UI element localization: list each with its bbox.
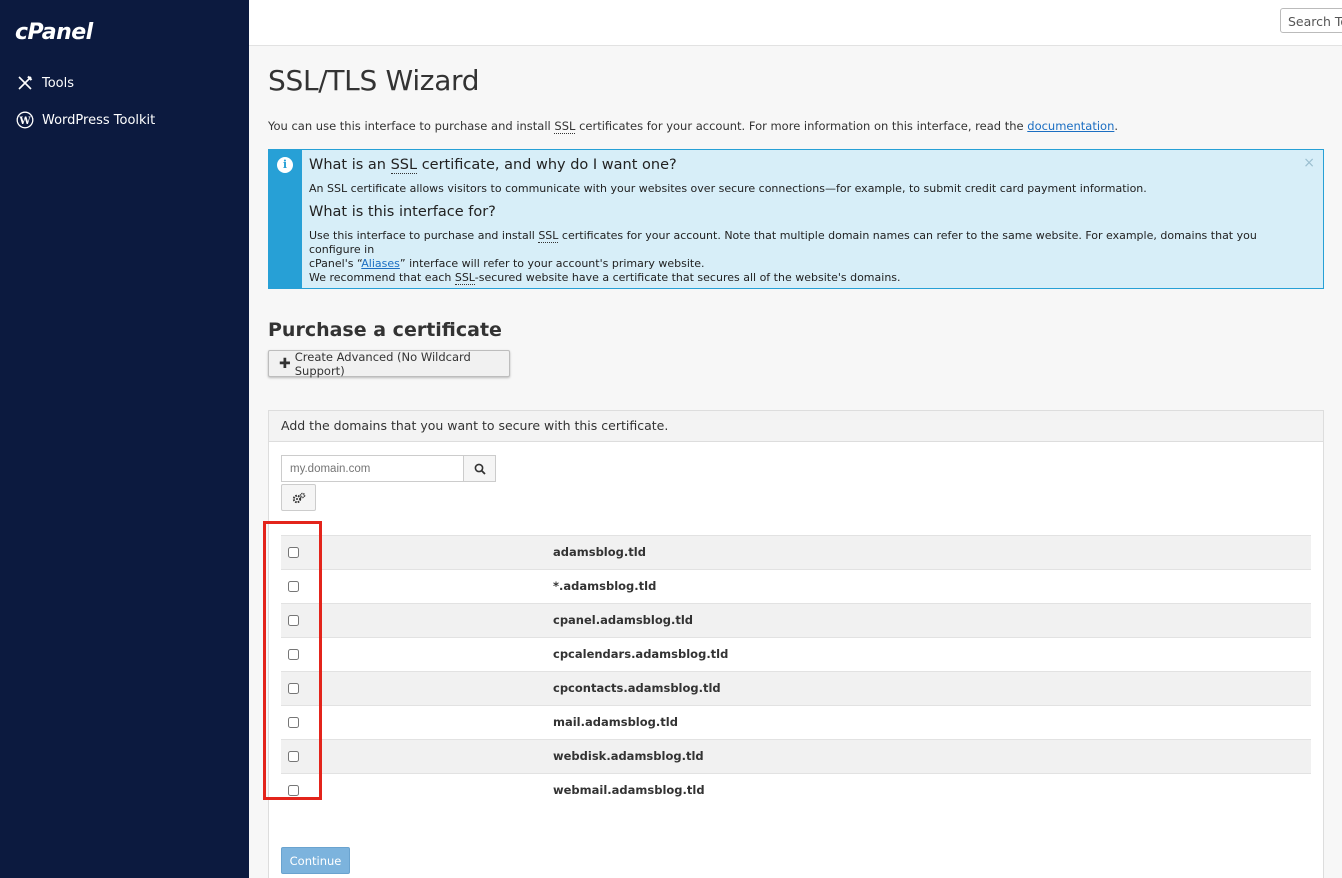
search-tools-input[interactable]: Search Tools — [1280, 8, 1342, 33]
domain-name: adamsblog.tld — [553, 545, 646, 559]
info-text-part: cPanel's “ — [309, 257, 362, 270]
sidebar-item-label: Tools — [42, 75, 75, 91]
sidebar-item-tools[interactable]: Tools — [15, 72, 74, 94]
documentation-link[interactable]: documentation — [1027, 119, 1114, 133]
sidebar-item-wordpress-toolkit[interactable]: W WordPress Toolkit — [15, 109, 155, 131]
tools-icon — [15, 73, 35, 93]
ssl-abbr: SSL — [454, 271, 475, 285]
intro-text-part: You can use this interface to purchase a… — [268, 119, 555, 133]
aliases-link[interactable]: Aliases — [361, 257, 400, 270]
ssl-abbr: SSL — [554, 119, 576, 134]
table-row: cpanel.adamsblog.tld — [281, 603, 1311, 637]
info-heading-ssl: What is an SSL certificate, and why do I… — [309, 157, 677, 174]
cpanel-logo[interactable]: cPanel — [15, 20, 93, 45]
info-text-part: ” interface will refer to your account's… — [399, 257, 705, 270]
domain-list: adamsblog.tld *.adamsblog.tld cpanel.ada… — [281, 535, 1311, 807]
intro-text-part: . — [1114, 119, 1119, 133]
sidebar: cPanel Tools W WordPress Toolkit — [0, 0, 249, 878]
table-row: webdisk.adamsblog.tld — [281, 739, 1311, 773]
info-text-part: Use this interface to purchase and insta… — [309, 229, 539, 242]
top-bar: Search Tools — [249, 0, 1342, 46]
info-paragraph-ssl: An SSL certificate allows visitors to co… — [309, 182, 1147, 195]
info-icon: i — [277, 157, 293, 173]
ssl-abbr: SSL — [390, 157, 418, 174]
domain-name: cpcontacts.adamsblog.tld — [553, 681, 721, 695]
domains-panel: Add the domains that you want to secure … — [268, 410, 1324, 878]
table-row: mail.adamsblog.tld — [281, 705, 1311, 739]
info-strip: i — [269, 150, 302, 288]
domain-name: mail.adamsblog.tld — [553, 715, 678, 729]
domain-options-button[interactable] — [281, 484, 316, 511]
svg-text:W: W — [18, 116, 31, 127]
wordpress-icon: W — [15, 110, 35, 130]
info-paragraph-interface: Use this interface to purchase and insta… — [309, 229, 1289, 285]
info-heading-interface: What is this interface for? — [309, 204, 496, 220]
table-row: cpcalendars.adamsblog.tld — [281, 637, 1311, 671]
info-heading-part: certificate, and why do I want one? — [417, 157, 677, 173]
gears-icon — [292, 492, 305, 503]
continue-button[interactable]: Continue — [281, 847, 350, 874]
search-icon — [474, 463, 486, 475]
plus-icon: ✚ — [279, 355, 291, 372]
domain-name: cpcalendars.adamsblog.tld — [553, 647, 729, 661]
domain-name: *.adamsblog.tld — [553, 579, 657, 593]
domain-name: webdisk.adamsblog.tld — [553, 749, 704, 763]
domain-name: webmail.adamsblog.tld — [553, 783, 705, 797]
checkbox-highlight-box — [263, 521, 322, 800]
domain-search-input[interactable] — [281, 455, 464, 482]
info-callout: i × What is an SSL certificate, and why … — [268, 149, 1324, 289]
table-row: webmail.adamsblog.tld — [281, 773, 1311, 807]
table-row: cpcontacts.adamsblog.tld — [281, 671, 1311, 705]
info-heading-part: What is an — [309, 157, 391, 173]
create-advanced-button[interactable]: ✚ Create Advanced (No Wildcard Support) — [268, 349, 510, 378]
ssl-abbr: SSL — [538, 229, 559, 243]
info-text-part: We recommend that each — [309, 271, 455, 284]
info-text-part: -secured website have a certificate that… — [474, 271, 901, 284]
table-row: adamsblog.tld — [281, 535, 1311, 569]
intro-text-part: certificates for your account. For more … — [575, 119, 1028, 133]
table-row: *.adamsblog.tld — [281, 569, 1311, 603]
domains-panel-header: Add the domains that you want to secure … — [269, 411, 1323, 442]
page-title: SSL/TLS Wizard — [268, 64, 480, 97]
purchase-section-title: Purchase a certificate — [268, 319, 502, 341]
create-advanced-label: Create Advanced (No Wildcard Support) — [294, 349, 471, 378]
sidebar-item-label: WordPress Toolkit — [42, 112, 156, 128]
domain-search-button[interactable] — [463, 455, 496, 482]
close-icon[interactable]: × — [1303, 155, 1315, 171]
domain-name: cpanel.adamsblog.tld — [553, 613, 694, 627]
intro-text: You can use this interface to purchase a… — [268, 119, 1119, 134]
